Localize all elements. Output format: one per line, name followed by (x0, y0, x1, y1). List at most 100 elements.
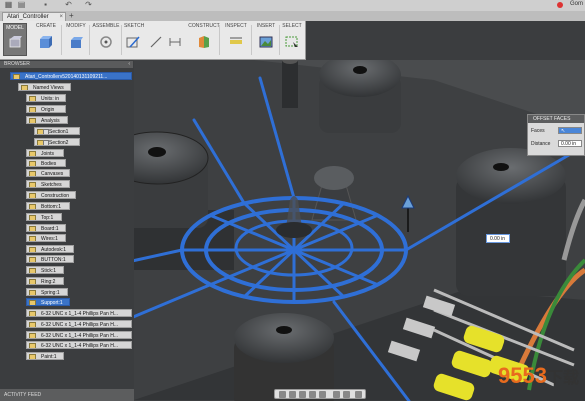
tree-item-sketches[interactable]: Sketches (26, 180, 70, 188)
tree-item-joints[interactable]: Joints (26, 149, 64, 157)
tree-item-label: BUTTON:1 (41, 257, 66, 263)
ribbon-group-sketch[interactable]: SKETCH (122, 23, 188, 57)
browser-header[interactable]: BROWSER ‹ (0, 61, 133, 68)
document-tab[interactable]: Atari_Controller × (2, 12, 66, 21)
user-status-icon (557, 2, 563, 8)
tree-item-label: 6-32 UNC x 1_1-4 Phillips Pan H... (41, 333, 118, 339)
tree-root[interactable]: Atari_Controllerv520140131109211... (10, 72, 132, 80)
tree-item-top[interactable]: Top:1 (26, 213, 62, 221)
zoom-icon[interactable] (309, 391, 316, 398)
sketch-line-icon[interactable] (149, 35, 163, 49)
tree-item-label: Ring:2 (41, 279, 56, 285)
inspect-measure-icon[interactable] (229, 35, 243, 49)
tree-item-units[interactable]: Units: in (26, 94, 66, 102)
tree-item-spring[interactable]: Spring:1 (26, 288, 68, 296)
tree-item-label: Bottom:1 (41, 204, 62, 210)
grid-settings-icon[interactable] (343, 391, 350, 398)
boss-bottom[interactable] (234, 313, 334, 401)
save-icon[interactable]: ▪ (41, 1, 50, 9)
folder-icon (29, 151, 36, 156)
tree-item-screw[interactable]: 6-32 UNC x 1_1-4 Phillips Pan H... (26, 331, 132, 339)
tree-item-screw[interactable]: 6-32 UNC x 1_1-4 Phillips Pan H... (26, 309, 132, 317)
tree-item-label: Board:1 (41, 226, 59, 232)
assemble-joint-icon[interactable] (99, 35, 113, 49)
tree-item-ring[interactable]: Ring:2 (26, 277, 64, 285)
tree-item-named-views[interactable]: Named Views (18, 83, 71, 91)
ribbon-group-construct[interactable]: CONSTRUCT (188, 23, 220, 57)
tree-item-canvases[interactable]: Canvases (26, 169, 70, 177)
construct-plane-icon[interactable] (197, 35, 211, 49)
tree-item-paint[interactable]: Paint:1 (26, 352, 64, 360)
ribbon-group-create[interactable]: CREATE (30, 23, 62, 57)
grid-menu-icon[interactable]: ▦ (4, 1, 13, 9)
ribbon-group-assemble[interactable]: ASSEMBLE (90, 23, 122, 57)
workspace-model-button[interactable]: MODEL (3, 23, 27, 56)
navigation-toolbar (274, 389, 366, 399)
tree-item-label: Section2 (49, 140, 69, 146)
faces-label: Faces (531, 128, 545, 134)
watermark-text: 下载 (546, 370, 579, 387)
look-at-icon[interactable] (289, 391, 296, 398)
tree-item-label: Top:1 (41, 215, 54, 221)
folder-icon (29, 107, 36, 112)
activity-feed-bar[interactable]: ACTIVITY FEED (0, 389, 134, 401)
display-settings-icon[interactable] (333, 391, 340, 398)
folder-icon (29, 171, 36, 176)
tree-item-label: 6-32 UNC x 1_1-4 Phillips Pan H... (41, 311, 118, 317)
tree-item-bottom[interactable]: Bottom:1 (26, 202, 70, 210)
tree-item-screw[interactable]: 6-32 UNC x 1_1-4 Phillips Pan H... (26, 320, 132, 328)
workspace-label: MODEL (6, 25, 24, 31)
tree-item-label: Analysis (41, 118, 60, 124)
tree-item-label: Spring:1 (41, 290, 60, 296)
visibility-icon[interactable] (43, 129, 49, 134)
redo-icon[interactable]: ↷ (84, 1, 93, 9)
ribbon-group-modify[interactable]: MODIFY (62, 23, 90, 57)
tree-item-label: Construction (41, 193, 70, 199)
tree-item-label: Wires:1 (41, 236, 58, 242)
distance-field[interactable]: 0.00 in (558, 140, 582, 147)
collapse-icon[interactable]: ‹ (128, 61, 130, 68)
pan-icon[interactable] (299, 391, 306, 398)
browser-title: BROWSER (4, 61, 30, 67)
tree-item-origin[interactable]: Origin (26, 105, 66, 113)
tree-item-bodies[interactable]: Bodies (26, 159, 66, 167)
viewports-icon[interactable] (355, 391, 362, 398)
add-tab-icon[interactable]: + (69, 11, 74, 20)
tree-item-section2[interactable]: Section2 (34, 138, 80, 146)
boss-right[interactable] (456, 148, 566, 296)
file-icon[interactable]: ▤ (17, 1, 26, 9)
orbit-icon[interactable] (279, 391, 286, 398)
boss-top[interactable] (319, 60, 401, 133)
sketch-dimension-icon[interactable] (168, 35, 182, 49)
ribbon-group-insert[interactable]: INSERT (252, 23, 280, 57)
fit-icon[interactable] (319, 391, 326, 398)
ribbon-group-select[interactable]: SELECT (280, 23, 304, 57)
tree-item-label: Atari_Controllerv520140131109211... (25, 74, 108, 80)
tree-item-board[interactable]: Board:1 (26, 224, 66, 232)
tree-item-wires[interactable]: Wires:1 (26, 234, 66, 242)
sketch-create-icon[interactable] (126, 35, 140, 49)
tree-item-section1[interactable]: Section1 (34, 127, 80, 135)
close-icon[interactable]: × (59, 13, 63, 21)
tree-item-screw[interactable]: 6-32 UNC x 1_1-4 Phillips Pan H... (26, 341, 132, 349)
select-window-icon[interactable] (285, 35, 299, 49)
modify-press-pull-icon[interactable] (69, 35, 83, 49)
tree-item-analysis[interactable]: Analysis (26, 116, 68, 124)
tree-item-stick[interactable]: Stick:1 (26, 266, 64, 274)
ribbon-group-inspect[interactable]: INSPECT (220, 23, 252, 57)
undo-icon[interactable]: ↶ (64, 1, 73, 9)
3d-viewport[interactable] (134, 60, 585, 401)
insert-image-icon[interactable] (259, 35, 273, 49)
folder-icon (29, 182, 36, 187)
tree-item-construction[interactable]: Construction (26, 191, 76, 199)
tree-item-autodesk[interactable]: Autodesk:1 (26, 245, 74, 253)
tree-item-button[interactable]: BUTTON:1 (26, 255, 74, 263)
visibility-icon[interactable] (43, 140, 49, 145)
user-name[interactable]: Gom (570, 1, 583, 7)
tree-item-support[interactable]: Support:1 (26, 298, 70, 306)
post-top[interactable] (282, 60, 298, 108)
boss-mid-left[interactable] (134, 131, 209, 228)
distance-input[interactable]: 0.00 in (486, 234, 510, 243)
create-box-icon[interactable] (39, 35, 53, 49)
faces-selector[interactable]: ↖ (558, 127, 582, 134)
